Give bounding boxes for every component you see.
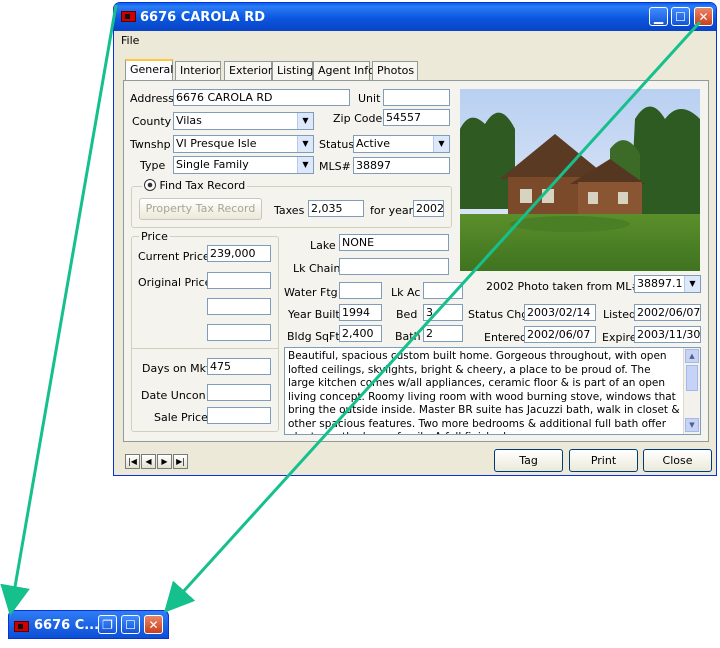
arrow-to-minimized-buttons	[163, 20, 702, 613]
annotation-arrows	[0, 4, 702, 616]
arrow-to-minimized-icon	[0, 4, 118, 616]
